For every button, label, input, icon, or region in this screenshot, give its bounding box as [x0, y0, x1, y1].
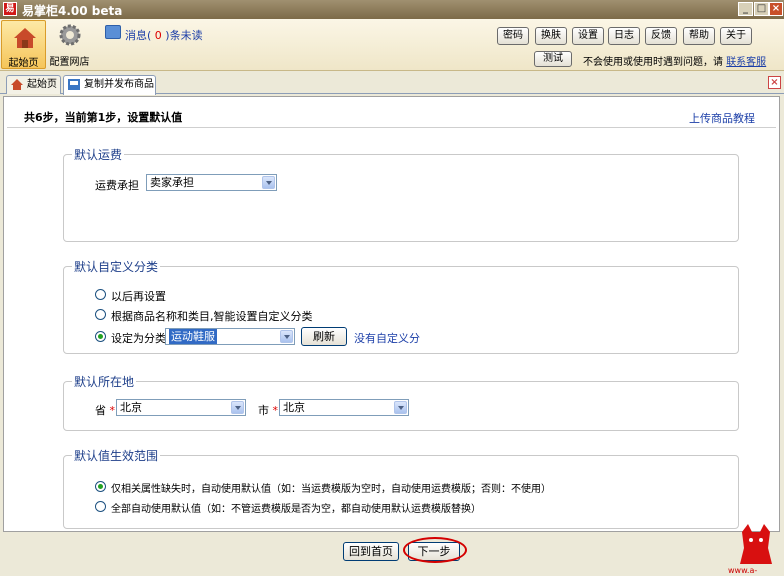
- shop-config-label: 配置网店: [49, 57, 90, 68]
- scope-partial-radio[interactable]: [95, 481, 106, 492]
- province-value: 北京: [120, 401, 142, 414]
- about-button[interactable]: 关于: [720, 27, 752, 45]
- back-home-button[interactable]: 回到首页: [343, 542, 399, 561]
- close-icon[interactable]: ×: [769, 2, 783, 16]
- trouble-text: 不会使用或使用时遇到问题，请: [583, 57, 723, 68]
- city-label: 市 *: [258, 402, 278, 418]
- category-later-label: 以后再设置: [111, 290, 166, 303]
- shipping-select[interactable]: 卖家承担: [146, 174, 277, 191]
- title-bar: 易 易掌柜4.00 beta _ □ ×: [0, 0, 784, 19]
- province-required-mark: *: [109, 404, 116, 417]
- province-label: 省 *: [95, 402, 115, 418]
- chevron-down-icon: [231, 401, 244, 414]
- city-select[interactable]: 北京: [279, 399, 409, 416]
- tab-copy-publish[interactable]: 复制并发布商品: [63, 75, 156, 95]
- highlight-circle: [403, 537, 467, 563]
- category-smart-label: 根据商品名称和类目,智能设置自定义分类: [111, 310, 313, 323]
- help-button[interactable]: 帮助: [683, 27, 715, 45]
- shipping-label: 运费承担: [95, 179, 139, 192]
- help-contact-text: 不会使用或使用时遇到问题，请 联系客服: [583, 53, 766, 68]
- skin-button[interactable]: 换肤: [535, 27, 567, 45]
- maximize-icon[interactable]: □: [754, 2, 769, 16]
- home-tool-label: 起始页: [8, 58, 39, 69]
- city-label-text: 市: [258, 404, 269, 417]
- minimize-icon[interactable]: _: [738, 2, 753, 16]
- city-required-mark: *: [272, 404, 279, 417]
- password-button[interactable]: 密码: [497, 27, 529, 45]
- city-value: 北京: [283, 401, 305, 414]
- shipping-value: 卖家承担: [150, 176, 194, 189]
- test-button[interactable]: 测试: [534, 51, 572, 67]
- divider: [7, 127, 776, 128]
- shipping-legend: 默认运费: [72, 146, 125, 163]
- home-tab-icon: [11, 79, 23, 90]
- tab-home[interactable]: 起始页: [6, 75, 61, 94]
- category-select[interactable]: 运动鞋服: [165, 328, 295, 345]
- app-icon: 易: [3, 2, 17, 16]
- tab-bar: 起始页 复制并发布商品 ×: [0, 72, 784, 95]
- category-group: 默认自定义分类 以后再设置 根据商品名称和类目,智能设置自定义分类 设定为分类 …: [63, 258, 739, 354]
- chevron-down-icon: [394, 401, 407, 414]
- no-category-link[interactable]: 没有自定义分: [354, 330, 420, 346]
- message-icon[interactable]: [105, 25, 121, 39]
- tab-home-label: 起始页: [27, 79, 57, 90]
- scope-all-label: 全部自动使用默认值（如：不管运费模版是否为空，都自动使用默认运费模版替换）: [111, 504, 481, 515]
- scope-partial-label: 仅相关属性缺失时，自动使用默认值（如：当运费模版为空时，自动使用运费模版；否则：…: [111, 484, 551, 495]
- product-tab-icon: [68, 79, 80, 90]
- gear-icon: [59, 24, 81, 46]
- log-button[interactable]: 日志: [608, 27, 640, 45]
- category-set-radio[interactable]: [95, 331, 106, 342]
- location-legend: 默认所在地: [72, 373, 137, 390]
- category-set-label: 设定为分类: [111, 332, 166, 345]
- category-legend: 默认自定义分类: [72, 258, 161, 275]
- step-title: 共6步，当前第1步，设置默认值: [24, 111, 183, 124]
- location-group: 默认所在地 省 * 北京 市 * 北京: [63, 373, 739, 431]
- scope-all-radio[interactable]: [95, 501, 106, 512]
- shipping-group: 默认运费 运费承担 卖家承担: [63, 146, 739, 242]
- province-label-text: 省: [95, 404, 106, 417]
- mascot-icon: [740, 524, 772, 564]
- message-status[interactable]: 消息( 0 )条未读: [125, 27, 203, 43]
- category-smart-radio[interactable]: [95, 309, 106, 320]
- message-suffix: )条未读: [165, 29, 203, 42]
- home-icon: [14, 28, 36, 48]
- province-select[interactable]: 北京: [116, 399, 246, 416]
- refresh-button[interactable]: 刷新: [301, 327, 347, 346]
- home-tool-button[interactable]: 起始页: [1, 20, 46, 69]
- message-count: 0: [154, 29, 162, 42]
- watermark: www.a-i.com.cn: [728, 566, 762, 576]
- settings-button[interactable]: 设置: [572, 27, 604, 45]
- tab-copy-publish-label: 复制并发布商品: [84, 79, 154, 90]
- category-value: 运动鞋服: [169, 329, 217, 344]
- category-later-radio[interactable]: [95, 289, 106, 300]
- chevron-down-icon: [262, 176, 275, 189]
- scope-legend: 默认值生效范围: [72, 447, 161, 464]
- message-prefix: 消息(: [125, 29, 152, 42]
- main-content: 共6步，当前第1步，设置默认值 上传商品教程 默认运费 运费承担 卖家承担 默认…: [3, 96, 780, 532]
- tab-close-icon[interactable]: ×: [768, 76, 781, 89]
- window-title: 易掌柜4.00 beta: [22, 4, 123, 18]
- scope-group: 默认值生效范围 仅相关属性缺失时，自动使用默认值（如：当运费模版为空时，自动使用…: [63, 447, 739, 529]
- contact-support-link[interactable]: 联系客服: [726, 57, 766, 68]
- feedback-button[interactable]: 反馈: [645, 27, 677, 45]
- tutorial-link[interactable]: 上传商品教程: [689, 110, 755, 126]
- chevron-down-icon: [280, 330, 293, 343]
